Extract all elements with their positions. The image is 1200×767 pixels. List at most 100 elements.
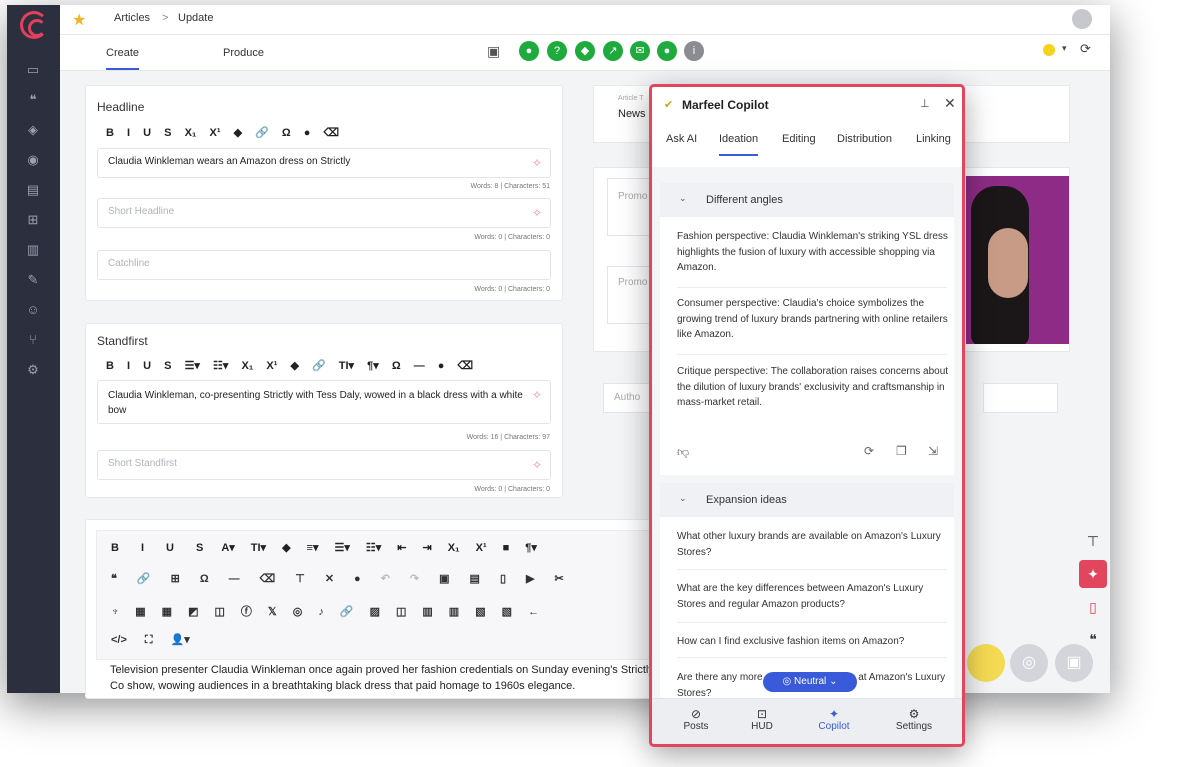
ai-tool-icon[interactable]: ✦ [1079,560,1107,588]
users-icon[interactable]: ☺ [24,301,42,319]
fullscreen-button[interactable]: ⛶ [145,634,153,647]
related2-button[interactable]: ▧ [502,605,512,618]
color-drop-icon[interactable]: ◆ [290,359,298,372]
ad-icon[interactable]: ▥ [24,241,42,259]
wrench-icon[interactable]: ✎ [24,271,42,289]
copilot-tab-editing[interactable]: Editing [782,133,816,145]
avatar[interactable] [1072,9,1092,29]
window-icon[interactable]: ▭ [24,61,42,79]
star-icon[interactable]: ★ [72,10,86,30]
emoji-button[interactable]: ● [354,573,361,585]
ordered-list-button[interactable]: ☰▾ [335,541,350,554]
article-body-text[interactable]: Television presenter Claudia Winkleman o… [110,662,670,694]
eraser-icon[interactable]: ⌫ [323,126,339,139]
idea-item[interactable]: What other luxury brands are available o… [677,529,949,560]
paragraph-button[interactable]: ¶▾ [367,359,379,372]
related-button[interactable]: ▧ [475,605,485,618]
underline-button[interactable]: U [143,360,151,372]
code-button[interactable]: </> [111,634,127,646]
ai-megaphone-icon[interactable]: ✧ [532,206,542,220]
short-headline-field[interactable]: Short Headline ✧ [97,198,551,228]
file-button[interactable]: ▯ [500,572,506,585]
nav-hud[interactable]: ⊡ HUD [732,699,792,744]
copy-icon[interactable]: ❐ [896,444,907,458]
color-drop-icon[interactable]: ◆ [282,541,290,554]
chevron-down-icon[interactable]: ▾ [1062,43,1067,54]
ordered-list-button[interactable]: ☰▾ [185,359,200,372]
clear-format-button[interactable]: ⊤ [295,572,305,585]
underline-button[interactable]: U [166,542,174,554]
undo-button[interactable]: ↶ [381,572,390,585]
insert-icon[interactable]: ⇲ [928,444,938,458]
idea-item[interactable]: What are the key differences between Ama… [677,581,949,612]
standfirst-field[interactable]: Claudia Winkleman, co-presenting Strictl… [97,380,551,424]
sitemap-icon[interactable]: ⊞ [24,211,42,229]
strike-button[interactable]: S [164,127,171,139]
box2-button[interactable]: ▥ [449,605,459,618]
subscript-button[interactable]: X₁ [448,542,460,554]
ai-megaphone-icon[interactable]: ✧ [532,388,542,403]
globe-icon[interactable]: ◎ [1010,644,1048,682]
save-icon[interactable]: ▣ [1055,644,1093,682]
hr-icon[interactable]: — [414,360,425,372]
italic-button[interactable]: I [127,360,130,372]
subscript-button[interactable]: X₁ [241,360,253,372]
color-drop-icon[interactable]: ◆ [234,126,242,139]
tab-produce[interactable]: Produce [223,47,264,59]
layers-icon[interactable]: ◈ [24,121,42,139]
columns-button[interactable]: ◫ [396,605,406,618]
copilot-tab-linking[interactable]: Linking [916,133,951,145]
tip-check-icon[interactable]: ● [657,41,677,61]
font-color-button[interactable]: A▾ [221,541,234,554]
italic-button[interactable]: I [141,542,144,554]
regenerate-icon[interactable]: ⟳ [864,444,874,458]
paragraph-button[interactable]: ¶▾ [525,541,537,554]
marfeel-logo-icon[interactable] [20,11,48,39]
indent-button[interactable]: ⇥ [423,541,432,554]
card-button[interactable]: ▨ [370,605,380,618]
quote-button[interactable]: ❝ [111,572,117,585]
headline-field[interactable]: Claudia Winkleman wears an Amazon dress … [97,148,551,178]
underline-button[interactable]: U [143,127,151,139]
tone-selector[interactable]: ◎ Neutral ⌄ [763,672,857,692]
align-button[interactable]: ≡▾ [307,541,319,554]
cut-button[interactable]: ✂ [554,572,563,585]
box-button[interactable]: ▥ [422,605,432,618]
arrow-left-icon[interactable]: ← [528,606,539,618]
tab-create[interactable]: Create [106,47,140,70]
thumbs-down-icon[interactable]: 👎︎ [677,445,689,460]
eraser-button[interactable]: ⌫ [260,572,276,585]
gallery-button[interactable]: ▤ [470,572,480,585]
info-check-icon[interactable]: i [684,41,704,61]
ai-megaphone-icon[interactable]: ✧ [532,156,542,170]
redo-button[interactable]: ↷ [410,572,419,585]
copilot-tab-distribution[interactable]: Distribution [837,133,892,145]
superscript-button[interactable]: X¹ [210,127,221,139]
bullet-list-button[interactable]: ☷▾ [213,359,228,372]
nav-copilot[interactable]: ✦ Copilot [804,699,864,744]
idea-item[interactable]: Fashion perspective: Claudia Winkleman's… [677,229,949,276]
refresh-icon[interactable]: ⟳ [1080,41,1091,57]
link-button[interactable]: 🔗 [137,572,151,585]
superscript-button[interactable]: X¹ [266,360,277,372]
section-expansion-ideas[interactable]: ⌄ Expansion ideas [660,483,954,517]
chat-check-icon[interactable]: ✉ [630,41,650,61]
align-tool-icon[interactable]: ⊤ [1079,527,1107,555]
bold-button[interactable]: B [106,360,114,372]
omega-icon[interactable]: Ω [392,360,401,372]
emoji-icon[interactable]: ● [438,360,445,372]
facebook-icon[interactable]: ⓕ [241,603,252,619]
close-button[interactable]: ✕ [325,572,334,585]
idea-item[interactable]: Critique perspective: The collaboration … [677,364,949,411]
strike-button[interactable]: S [164,360,171,372]
article-photo[interactable] [966,176,1069,344]
emoji-icon[interactable]: ● [304,127,311,139]
status-dot-icon[interactable] [1043,44,1055,56]
copilot-tab-ideation[interactable]: Ideation [719,133,759,156]
text-size-button[interactable]: TI▾ [339,359,354,372]
share-check-icon[interactable]: ↗ [603,41,623,61]
widget-button[interactable]: ▦ [135,605,145,618]
copilot-tab-ask-ai[interactable]: Ask AI [666,133,697,145]
idea-item[interactable]: Consumer perspective: Claudia's choice s… [677,296,949,343]
omega-icon[interactable]: Ω [282,127,291,139]
